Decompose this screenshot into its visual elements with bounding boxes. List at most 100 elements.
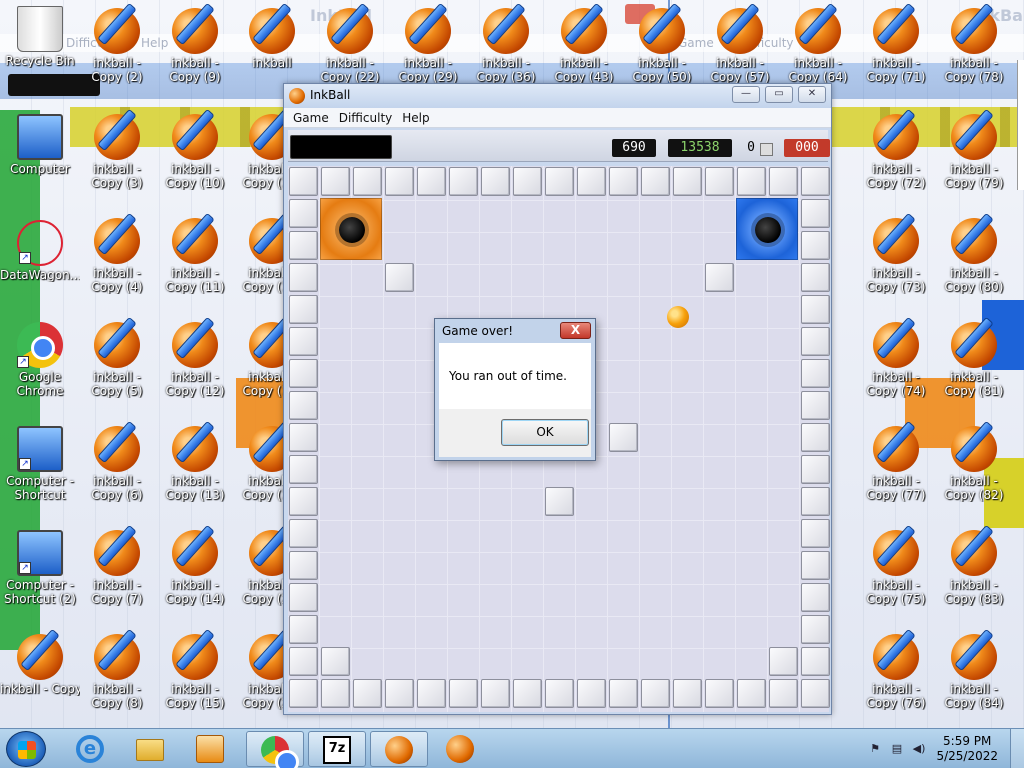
desktop-icon-inkball-copy-10[interactable]: inkball - Copy (10) (155, 110, 235, 210)
inkball-icon (873, 322, 919, 368)
wall-block (705, 263, 734, 292)
wall-block (449, 167, 478, 196)
desktop-icon-inkball-copy-74[interactable]: inkball - Copy (74) (856, 318, 936, 418)
taskbar-windows-explorer[interactable] (122, 731, 180, 767)
inkball-icon (873, 634, 919, 680)
dialog-close-button[interactable]: X (560, 322, 591, 339)
game-over-dialog: Game over! X You ran out of time. OK (434, 318, 596, 461)
system-tray: ⚑ ▤ ◀) 5:59 PM 5/25/2022 (864, 729, 1024, 768)
taskbar-internet-explorer[interactable]: e (62, 731, 120, 767)
desktop-icon-inkball-copy-84[interactable]: inkball - Copy (84) (934, 630, 1014, 728)
wall-block (513, 679, 542, 708)
desktop-icon-inkball-copy-11[interactable]: inkball - Copy (11) (155, 214, 235, 314)
desktop-icon-inkball-copy-5[interactable]: inkball - Copy (5) (77, 318, 157, 418)
desktop-icon-inkball-copy-72[interactable]: inkball - Copy (72) (856, 110, 936, 210)
wall-block (801, 519, 830, 548)
desktop-icon-label: inkball - Copy (12) (165, 370, 225, 398)
action-center-flag-icon[interactable]: ⚑ (868, 742, 882, 755)
desktop-icon-inkball-copy-8[interactable]: inkball - Copy (8) (77, 630, 157, 728)
desktop-icon-inkball-copy-15[interactable]: inkball - Copy (15) (155, 630, 235, 728)
taskbar-inkball[interactable] (432, 731, 490, 767)
wall-block (289, 647, 318, 676)
inkball-icon (951, 426, 997, 472)
desktop-icon-label: inkball - Copy (7) (91, 578, 143, 606)
menu-game[interactable]: Game (288, 108, 334, 127)
desktop-icon-inkball-copy-75[interactable]: inkball - Copy (75) (856, 526, 936, 626)
desktop-icon-inkball-copy-6[interactable]: inkball - Copy (6) (77, 422, 157, 522)
inkball-icon (561, 8, 607, 54)
maximize-button[interactable]: ▭ (765, 86, 793, 103)
desktop-icon-recycle-bin[interactable]: Recycle Bin (0, 2, 80, 102)
wall-block (801, 391, 830, 420)
desktop-icon-label: inkball - Copy (77) (866, 474, 926, 502)
desktop-icon-inkball-copy-79[interactable]: inkball - Copy (79) (934, 110, 1014, 210)
desktop-icon-inkball-copy-9[interactable]: inkball - Copy (9) (155, 4, 235, 104)
desktop-icon-inkball-copy-77[interactable]: inkball - Copy (77) (856, 422, 936, 522)
wall-block (289, 199, 318, 228)
inkball-app-icon[interactable] (289, 88, 305, 104)
desktop-icon-google-chrome[interactable]: ↗ Google Chrome (0, 318, 80, 418)
desktop-icon-computer[interactable]: Computer (0, 110, 80, 210)
inkball-icon (483, 8, 529, 54)
desktop-icon-label: inkball - Copy (13) (165, 474, 225, 502)
desktop-icon-inkball-copy-14[interactable]: inkball - Copy (14) (155, 526, 235, 626)
wall-block (801, 199, 830, 228)
desktop-icon-datawagon[interactable]: ↗ DataWagon... (0, 216, 80, 316)
window-titlebar[interactable]: InkBall — ▭ ✕ (284, 84, 831, 108)
desktop-icon-inkball-copy-82[interactable]: inkball - Copy (82) (934, 422, 1014, 522)
desktop-icon-inkball-copy-81[interactable]: inkball - Copy (81) (934, 318, 1014, 418)
network-icon[interactable]: ▤ (890, 742, 904, 755)
balls-lost-counter: 000 (784, 139, 830, 157)
desktop-icon-inkball-copy-73[interactable]: inkball - Copy (73) (856, 214, 936, 314)
desktop-icon-inkball-copy-71[interactable]: inkball - Copy (71) (856, 4, 936, 104)
taskbar-inkball-active[interactable] (370, 731, 428, 767)
wall-block (641, 167, 670, 196)
wall-block (289, 327, 318, 356)
clock[interactable]: 5:59 PM 5/25/2022 (936, 734, 998, 764)
wall-block (801, 551, 830, 580)
desktop-icon-inkball-copy-4[interactable]: inkball - Copy (4) (77, 214, 157, 314)
taskbar-media-player[interactable] (182, 731, 240, 767)
wall-block (769, 647, 798, 676)
desktop-icon-label: inkball - Copy (4) (91, 266, 143, 294)
inkball-icon (951, 114, 997, 160)
desktop-icon-inkball-copy-3[interactable]: inkball - Copy (3) (77, 110, 157, 210)
taskbar-chrome[interactable] (246, 731, 304, 768)
menu-help[interactable]: Help (397, 108, 434, 127)
minimize-button[interactable]: — (732, 86, 760, 103)
wall-block (705, 679, 734, 708)
wall-block (801, 359, 830, 388)
ok-button[interactable]: OK (501, 419, 589, 446)
desktop-icon-inkball-copy-2[interactable]: inkball - Copy (2) (77, 4, 157, 104)
menu-difficulty[interactable]: Difficulty (334, 108, 398, 127)
close-button[interactable]: ✕ (798, 86, 826, 103)
wall-block (289, 487, 318, 516)
computer-icon: ↗ (17, 426, 63, 472)
wall-block (481, 167, 510, 196)
desktop-icon-inkball-copy-83[interactable]: inkball - Copy (83) (934, 526, 1014, 626)
desktop-icon-label: inkball - Copy (74) (866, 370, 926, 398)
inkball-icon (172, 530, 218, 576)
windows-logo-icon (18, 741, 36, 759)
desktop-icon-inkball-copy-80[interactable]: inkball - Copy (80) (934, 214, 1014, 314)
desktop-icon-label: Computer - Shortcut (2) (4, 578, 76, 606)
desktop-icon-label: Computer - Shortcut (6, 474, 74, 502)
folder-icon (136, 739, 164, 761)
desktop-icon-inkball-copy-76[interactable]: inkball - Copy (76) (856, 630, 936, 728)
desktop-icon-inkball-copy-12[interactable]: inkball - Copy (12) (155, 318, 235, 418)
wall-block (609, 167, 638, 196)
time-counter: 690 (612, 139, 656, 157)
desktop-icon-inkball-copy[interactable]: inkball - Copy (0, 630, 80, 728)
inkball-icon (717, 8, 763, 54)
desktop-icon-computer-shortcut[interactable]: ↗ Computer - Shortcut (0, 422, 80, 522)
taskbar-7zip[interactable]: 7z (308, 731, 366, 767)
start-button[interactable] (6, 731, 46, 767)
desktop-icon-label: inkball - Copy (72) (866, 162, 926, 190)
desktop-icon-inkball-copy-78[interactable]: inkball - Copy (78) (934, 4, 1014, 104)
desktop-icon-inkball-copy-13[interactable]: inkball - Copy (13) (155, 422, 235, 522)
desktop-icon-computer-shortcut-2[interactable]: ↗ Computer - Shortcut (2) (0, 526, 80, 626)
show-desktop-button[interactable] (1010, 729, 1024, 768)
wall-block (289, 167, 318, 196)
desktop-icon-inkball-copy-7[interactable]: inkball - Copy (7) (77, 526, 157, 626)
volume-icon[interactable]: ◀) (912, 742, 926, 755)
